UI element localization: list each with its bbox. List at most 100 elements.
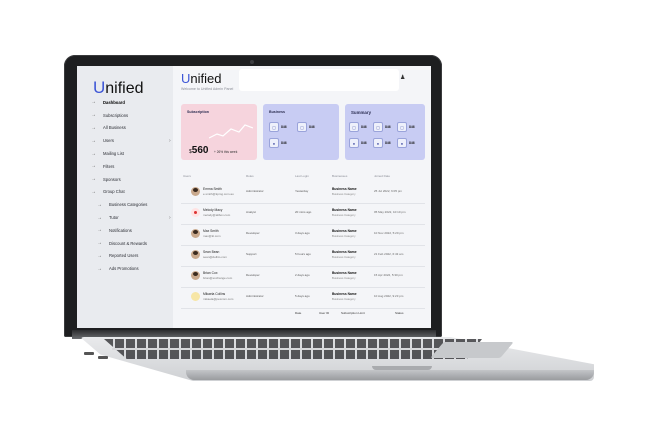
user-name[interactable]: Max Smith	[203, 229, 219, 233]
laptop-front-edge	[186, 370, 594, 380]
user-email: mikaela@pexcom.com	[203, 297, 234, 301]
business-name[interactable]: Business Name	[332, 250, 357, 254]
dot-icon: ●	[349, 138, 359, 148]
avatar	[191, 208, 200, 217]
business-name[interactable]: Business Name	[332, 292, 357, 296]
table-row[interactable]: Mikaela Collins mikaela@pexcom.com Adminis…	[181, 287, 425, 309]
business-category: Business Category	[332, 234, 356, 238]
table-row[interactable]: Emma Smith e.smith@kpmg.com.au Administrat…	[181, 182, 425, 204]
user-role: Developer	[246, 273, 260, 277]
table-row[interactable]: Max Smith max@kt.com Developer 3 days ago Bu…	[181, 224, 425, 246]
sidebar-item-label: Dashboard	[103, 99, 125, 105]
arrow-right-icon: →	[97, 201, 102, 208]
last-login: Yesterday	[295, 189, 309, 193]
tab-subscription-limit[interactable]: Subscription Limit	[341, 311, 365, 315]
table-row[interactable]: Sean Bean sean@dellito.com Support 5 hours …	[181, 245, 425, 267]
user-role: Developer	[246, 231, 260, 235]
joined-date: 21 Feb 2022, 6:43 am	[374, 252, 404, 256]
user-name[interactable]: Emma Smith	[203, 187, 222, 191]
summary-stat: ▢ 846	[373, 122, 391, 132]
column-header-users[interactable]: Users	[183, 174, 191, 178]
subscription-card[interactable]: Subscription $560 + 26% this week	[181, 104, 257, 160]
arrow-right-icon: →	[97, 227, 102, 234]
tab-date[interactable]: Date	[295, 311, 301, 315]
card-title: Business	[269, 110, 285, 114]
user-name[interactable]: Melody Macy	[203, 208, 222, 212]
trackpad	[430, 342, 514, 358]
card-title: Summary	[351, 110, 372, 115]
arrow-right-icon: →	[97, 252, 102, 259]
sidebar-item[interactable]: → All Business	[77, 122, 173, 135]
user-name[interactable]: Sean Bean	[203, 250, 219, 254]
business-category: Business Category	[332, 297, 356, 301]
table-row[interactable]: Brian Cox brian@exchange.com Developer 2 da…	[181, 266, 425, 288]
business-name[interactable]: Business Name	[332, 271, 357, 275]
sidebar-item[interactable]: → Sponsors	[77, 173, 173, 186]
avatar	[191, 229, 200, 238]
sidebar-item-label: Users	[103, 138, 114, 144]
joined-date: 25 Jul 2022, 6:05 pm	[374, 189, 403, 193]
user-name[interactable]: Mikaela Collins	[203, 292, 225, 296]
business-name[interactable]: Business Name	[332, 187, 357, 191]
dot-icon: ●	[397, 138, 407, 148]
tab-status[interactable]: Status	[395, 311, 404, 315]
chart-icon: ▢	[297, 122, 307, 132]
column-header-businesses[interactable]: Businesses	[332, 174, 347, 178]
avatar	[191, 250, 200, 259]
sidebar-item[interactable]: → Discount & Rewards	[77, 237, 173, 250]
avatar	[191, 292, 200, 301]
user-role: Administrator	[246, 294, 264, 298]
avatar	[191, 187, 200, 196]
user-role: Administrator	[246, 189, 264, 193]
column-header-last-login[interactable]: Last Login	[295, 174, 309, 178]
sidebar-item[interactable]: → Dashboard	[77, 96, 173, 109]
shop-icon: ▢	[269, 122, 279, 132]
sidebar-item-label: Sponsors	[103, 176, 121, 182]
tab-user-id[interactable]: User ID	[319, 311, 329, 315]
sparkline-chart	[209, 124, 253, 139]
box-icon: ▢	[397, 122, 407, 132]
user-role: Analyst	[246, 210, 256, 214]
sidebar-item[interactable]: → Reported Users	[77, 250, 173, 263]
sidebar-item[interactable]: → Mailing List	[77, 147, 173, 160]
sidebar-item[interactable]: → Notifications	[77, 224, 173, 237]
sidebar-item[interactable]: → Subscriptions	[77, 109, 173, 122]
user-name[interactable]: Brian Cox	[203, 271, 217, 275]
sidebar-item-label: Mailing List	[103, 151, 124, 157]
business-name[interactable]: Business Name	[332, 229, 357, 233]
business-name[interactable]: Business Name	[332, 208, 357, 212]
sidebar-item[interactable]: → Users ›	[77, 134, 173, 147]
sidebar-item-label: Tutor	[109, 215, 119, 221]
arrow-right-icon: →	[91, 188, 96, 195]
column-header-roles[interactable]: Roles	[246, 174, 254, 178]
joined-date: 10 Nov 2022, 5:20 pm	[374, 231, 404, 235]
subscription-value: $560	[189, 145, 209, 156]
business-stat: ▢ 846	[269, 122, 287, 132]
summary-stat: ▢ 846	[349, 122, 367, 132]
arrow-right-icon: →	[97, 265, 102, 272]
sidebar-item[interactable]: → Tutor ›	[77, 211, 173, 224]
arrow-right-icon: →	[91, 112, 96, 119]
business-category: Business Category	[332, 276, 356, 280]
summary-card[interactable]: Summary ▢ 846 ▢ 846 ▢ 846 ● 846 ● 846 ● 846	[345, 104, 425, 160]
sidebar-item[interactable]: → Filters	[77, 160, 173, 173]
sidebar-item[interactable]: → Group Chat	[77, 186, 173, 199]
joined-date: 10 Aug 2022, 9:23 pm	[374, 294, 404, 298]
user-email: e.smith@kpmg.com.au	[203, 192, 234, 196]
laptop-notch	[372, 366, 432, 370]
table-row[interactable]: Melody Macy melody@altbox.com Analyst 20 mi…	[181, 203, 425, 225]
chevron-right-icon[interactable]: ›	[169, 215, 171, 221]
sidebar-item[interactable]: → Business Categories	[77, 198, 173, 211]
sidebar-nav: → Dashboard → Subscriptions → All Business → Us…	[77, 96, 173, 275]
chevron-right-icon[interactable]: ›	[169, 138, 171, 144]
logo[interactable]: Unified	[93, 78, 144, 98]
card-title: Subscription	[187, 110, 209, 114]
sidebar-item-label: Ads Promotions	[109, 266, 139, 272]
user-icon[interactable]: ♟	[400, 74, 405, 81]
column-header-joined-date[interactable]: Joined Date	[374, 174, 390, 178]
sidebar-item[interactable]: → Ads Promotions	[77, 262, 173, 275]
business-card[interactable]: Business ▢ 846 ▢ 846 ● 846	[263, 104, 339, 160]
arrow-right-icon: →	[91, 163, 96, 170]
arrow-right-icon: →	[91, 124, 96, 131]
subscription-note: + 26% this week	[214, 150, 238, 154]
